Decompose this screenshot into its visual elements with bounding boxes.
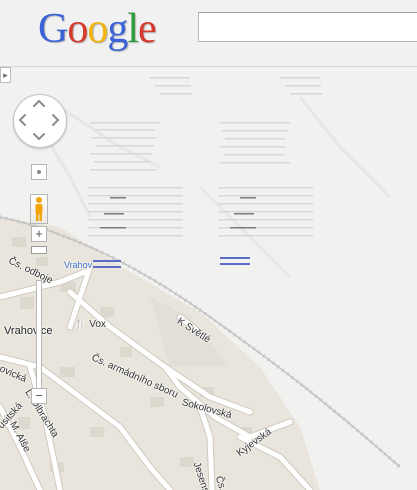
map-canvas[interactable]: Vrahovice 🍴 Vox Vrahov K Světlé Čs. armá… (0, 67, 417, 490)
town-label: Vrahovice (4, 325, 53, 337)
zoom-slider-track[interactable] (36, 280, 42, 394)
restaurant-icon: 🍴 (74, 319, 87, 330)
pegman-icon (35, 197, 43, 221)
reset-center-button[interactable] (31, 164, 47, 180)
pan-left-icon (18, 114, 26, 126)
google-logo[interactable]: Google (38, 4, 157, 54)
zoom-in-button[interactable]: + (31, 226, 47, 242)
tile-label: Vrahov (64, 260, 93, 270)
zoom-out-button[interactable]: − (31, 388, 47, 404)
poi-label: 🍴 Vox (74, 319, 106, 330)
collapse-panel-button[interactable]: ▸ (0, 67, 11, 83)
pan-down-icon (33, 133, 45, 141)
pan-up-icon (33, 99, 45, 107)
pan-right-icon (52, 114, 60, 126)
search-input[interactable] (198, 12, 417, 42)
zoom-slider-thumb[interactable] (31, 245, 47, 254)
street-view-pegman[interactable] (30, 194, 48, 224)
target-icon (37, 170, 41, 174)
pan-arrows-icon (18, 99, 60, 141)
pan-control[interactable] (13, 94, 67, 148)
poi-name: Vox (89, 319, 106, 330)
header-bar: Google (0, 0, 417, 67)
